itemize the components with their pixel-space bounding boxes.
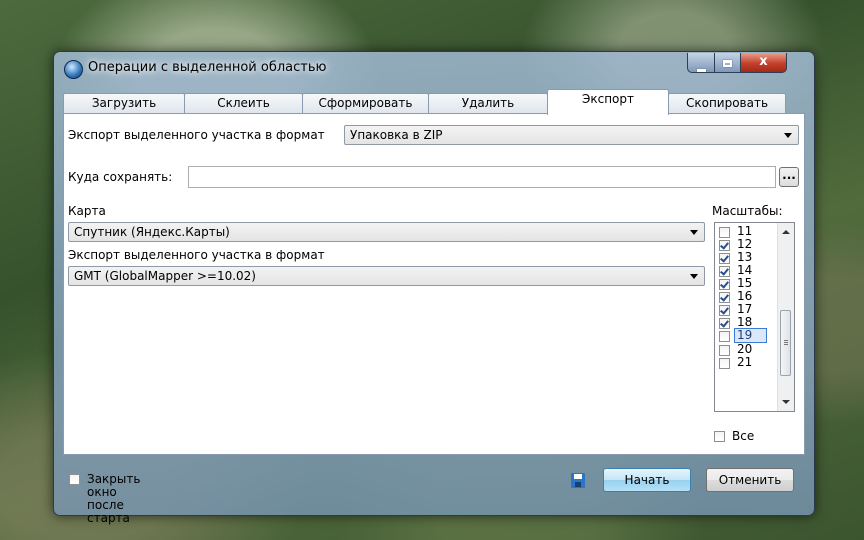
tab-load[interactable]: Загрузить	[63, 93, 185, 114]
scale-checkbox[interactable]	[719, 253, 730, 264]
minimize-button[interactable]	[687, 53, 715, 73]
close-after-start-checkbox[interactable]	[69, 474, 80, 485]
sub-format-dropdown[interactable]: GMT (GlobalMapper >=10.02)	[68, 266, 705, 286]
save-icon[interactable]	[571, 473, 585, 488]
export-format-label: Экспорт выделенного участка в формат	[68, 128, 325, 142]
scale-checkbox[interactable]	[719, 292, 730, 303]
maximize-icon	[723, 60, 732, 67]
scale-checkbox[interactable]	[719, 345, 730, 356]
scale-checkbox[interactable]	[719, 266, 730, 277]
window-title: Операции с выделенной областью	[88, 60, 327, 75]
scales-listbox[interactable]: 11 12 13 14 15 16 17 18 19 20 21	[714, 222, 795, 412]
chevron-down-icon	[784, 133, 792, 138]
scroll-down-icon[interactable]	[782, 400, 790, 404]
scale-checkbox[interactable]	[719, 279, 730, 290]
close-button[interactable]: x	[740, 53, 787, 73]
start-button[interactable]: Начать	[603, 468, 691, 492]
tab-export[interactable]: Экспорт	[547, 89, 669, 115]
export-format-value: Упаковка в ZIP	[350, 128, 443, 142]
tab-delete[interactable]: Удалить	[428, 93, 548, 114]
scale-checkbox[interactable]	[719, 318, 730, 329]
select-all-checkbox[interactable]	[714, 431, 725, 442]
scale-checkbox[interactable]	[719, 227, 730, 238]
maximize-button[interactable]	[714, 53, 741, 73]
dialog-footer: Закрыть окно после старта Начать Отменит…	[63, 454, 803, 525]
close-icon: x	[759, 54, 768, 69]
scroll-up-icon[interactable]	[782, 230, 790, 234]
save-path-input[interactable]	[188, 166, 776, 188]
scale-checkbox[interactable]	[719, 305, 730, 316]
map-label: Карта	[68, 204, 106, 218]
export-tab-panel: Экспорт выделенного участка в формат Упа…	[63, 113, 805, 455]
save-to-label: Куда сохранять:	[68, 170, 173, 184]
sub-format-label: Экспорт выделенного участка в формат	[68, 248, 325, 262]
tab-copy[interactable]: Скопировать	[668, 93, 786, 114]
scale-checkbox[interactable]	[719, 358, 730, 369]
scrollbar-thumb[interactable]	[780, 310, 791, 376]
app-globe-icon	[64, 60, 83, 79]
cancel-button[interactable]: Отменить	[706, 468, 794, 492]
scales-label: Масштабы:	[712, 204, 783, 218]
scales-scrollbar[interactable]	[777, 223, 794, 411]
tab-strip: Загрузить Склеить Сформировать Удалить Э…	[63, 89, 808, 115]
sub-format-value: GMT (GlobalMapper >=10.02)	[74, 269, 256, 283]
scale-checkbox[interactable]	[719, 331, 730, 342]
minimize-icon	[696, 69, 706, 72]
chevron-down-icon	[690, 230, 698, 235]
export-format-dropdown[interactable]: Упаковка в ZIP	[344, 125, 799, 145]
area-operations-dialog: Операции с выделенной областью x Загрузи…	[53, 51, 815, 525]
browse-button[interactable]: ...	[779, 167, 799, 187]
chevron-down-icon	[690, 274, 698, 279]
map-value: Спутник (Яндекс.Карты)	[74, 225, 230, 239]
scale-checkbox[interactable]	[719, 240, 730, 251]
tab-generate[interactable]: Сформировать	[302, 93, 429, 114]
tab-merge[interactable]: Склеить	[184, 93, 303, 114]
title-bar[interactable]: Операции с выделенной областью x	[54, 52, 814, 85]
map-dropdown[interactable]: Спутник (Яндекс.Карты)	[68, 222, 705, 242]
